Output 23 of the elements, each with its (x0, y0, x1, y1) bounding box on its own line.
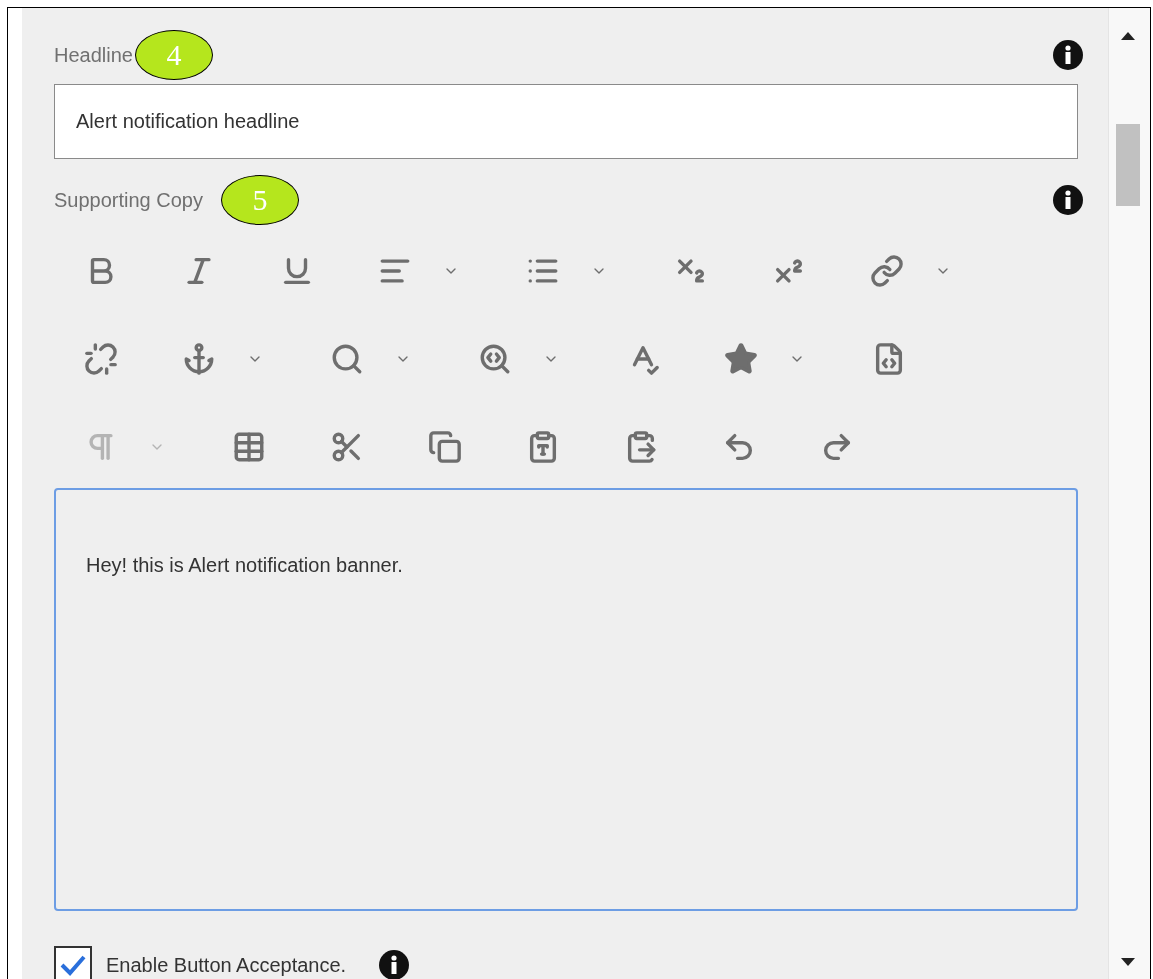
table-icon (232, 430, 266, 464)
anchor-icon (182, 342, 216, 376)
check-icon (59, 953, 87, 977)
callout-badge: 5 (221, 175, 299, 225)
rich-text-editor[interactable]: Hey! this is Alert notification banner. (54, 488, 1078, 911)
scrollbar[interactable] (1108, 8, 1150, 979)
info-icon[interactable] (378, 949, 411, 979)
callout-badge: 4 (134, 30, 213, 80)
unlink-icon (84, 342, 118, 376)
scroll-down-icon (1121, 958, 1135, 966)
field-label: Supporting Copy (54, 188, 203, 213)
checkbox[interactable] (54, 946, 92, 979)
field-label: Headline (54, 43, 133, 68)
search-icon (330, 342, 364, 376)
scroll-thumb[interactable] (1116, 124, 1140, 206)
copy-icon (428, 430, 462, 464)
info-icon[interactable] (1052, 184, 1084, 216)
star-icon (724, 342, 758, 376)
link-icon (870, 254, 904, 288)
checkbox-label: Enable Button Acceptance. (106, 953, 347, 978)
headline-field[interactable]: Alert notification headline (54, 84, 1078, 159)
scroll-up-icon (1121, 32, 1135, 40)
info-icon[interactable] (1052, 39, 1084, 71)
